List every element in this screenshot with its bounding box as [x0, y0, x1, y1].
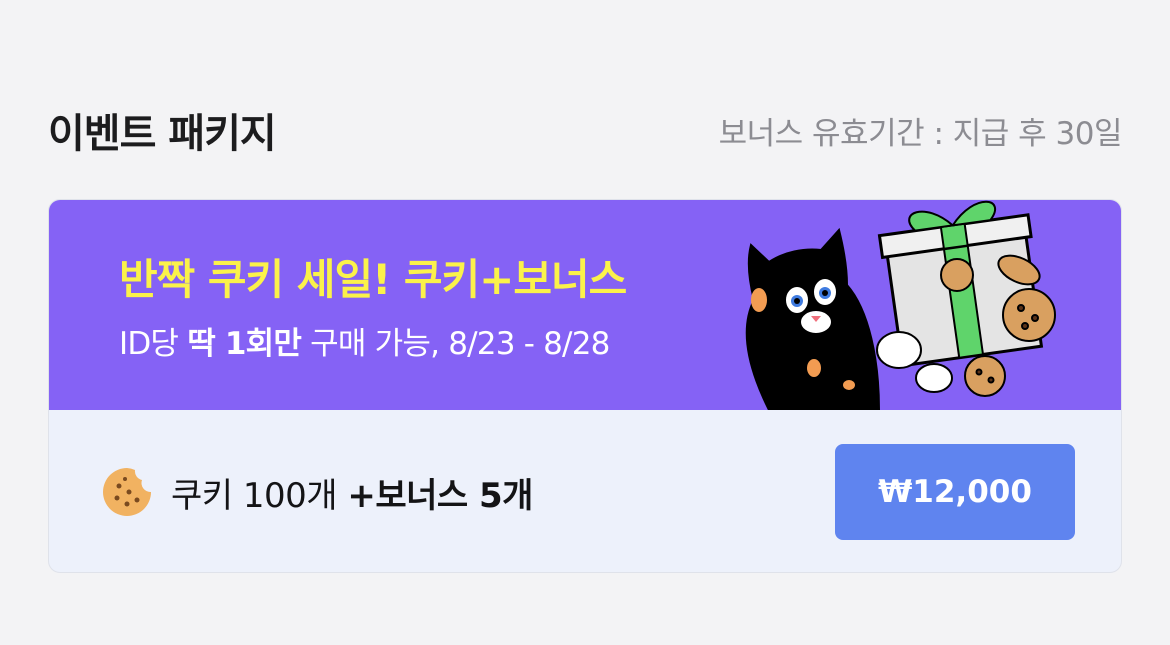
banner-subtitle: ID당 딱 1회만 구매 가능, 8/23 - 8/28 — [119, 318, 610, 363]
section-title: 이벤트 패키지 — [48, 111, 277, 157]
cookie-icon — [103, 468, 151, 516]
product-name: 쿠키 100개 +보너스 5개 — [171, 468, 533, 517]
section-header: 이벤트 패키지 보너스 유효기간 : 지급 후 30일 — [48, 98, 1123, 162]
banner-subtitle-prefix: ID당 — [119, 326, 188, 362]
bonus-validity-text: 보너스 유효기간 : 지급 후 30일 — [718, 115, 1123, 152]
product-row: 쿠키 100개 +보너스 5개 ₩12,000 — [49, 410, 1121, 572]
cat-with-gift-illustration — [745, 200, 1056, 410]
buy-price-button[interactable]: ₩12,000 — [835, 444, 1075, 540]
product-bonus: +보너스 5개 — [347, 476, 533, 516]
banner-subtitle-bold: 딱 1회만 — [187, 326, 302, 362]
banner-title: 반짝 쿠키 세일! 쿠키+보너스 — [119, 255, 627, 304]
banner-subtitle-suffix: 구매 가능, 8/23 - 8/28 — [301, 326, 610, 362]
event-banner: 반짝 쿠키 세일! 쿠키+보너스 ID당 딱 1회만 구매 가능, 8/23 -… — [49, 200, 1121, 410]
product-quantity: 쿠키 100개 — [171, 476, 348, 516]
event-package-card: 반짝 쿠키 세일! 쿠키+보너스 ID당 딱 1회만 구매 가능, 8/23 -… — [48, 199, 1122, 573]
